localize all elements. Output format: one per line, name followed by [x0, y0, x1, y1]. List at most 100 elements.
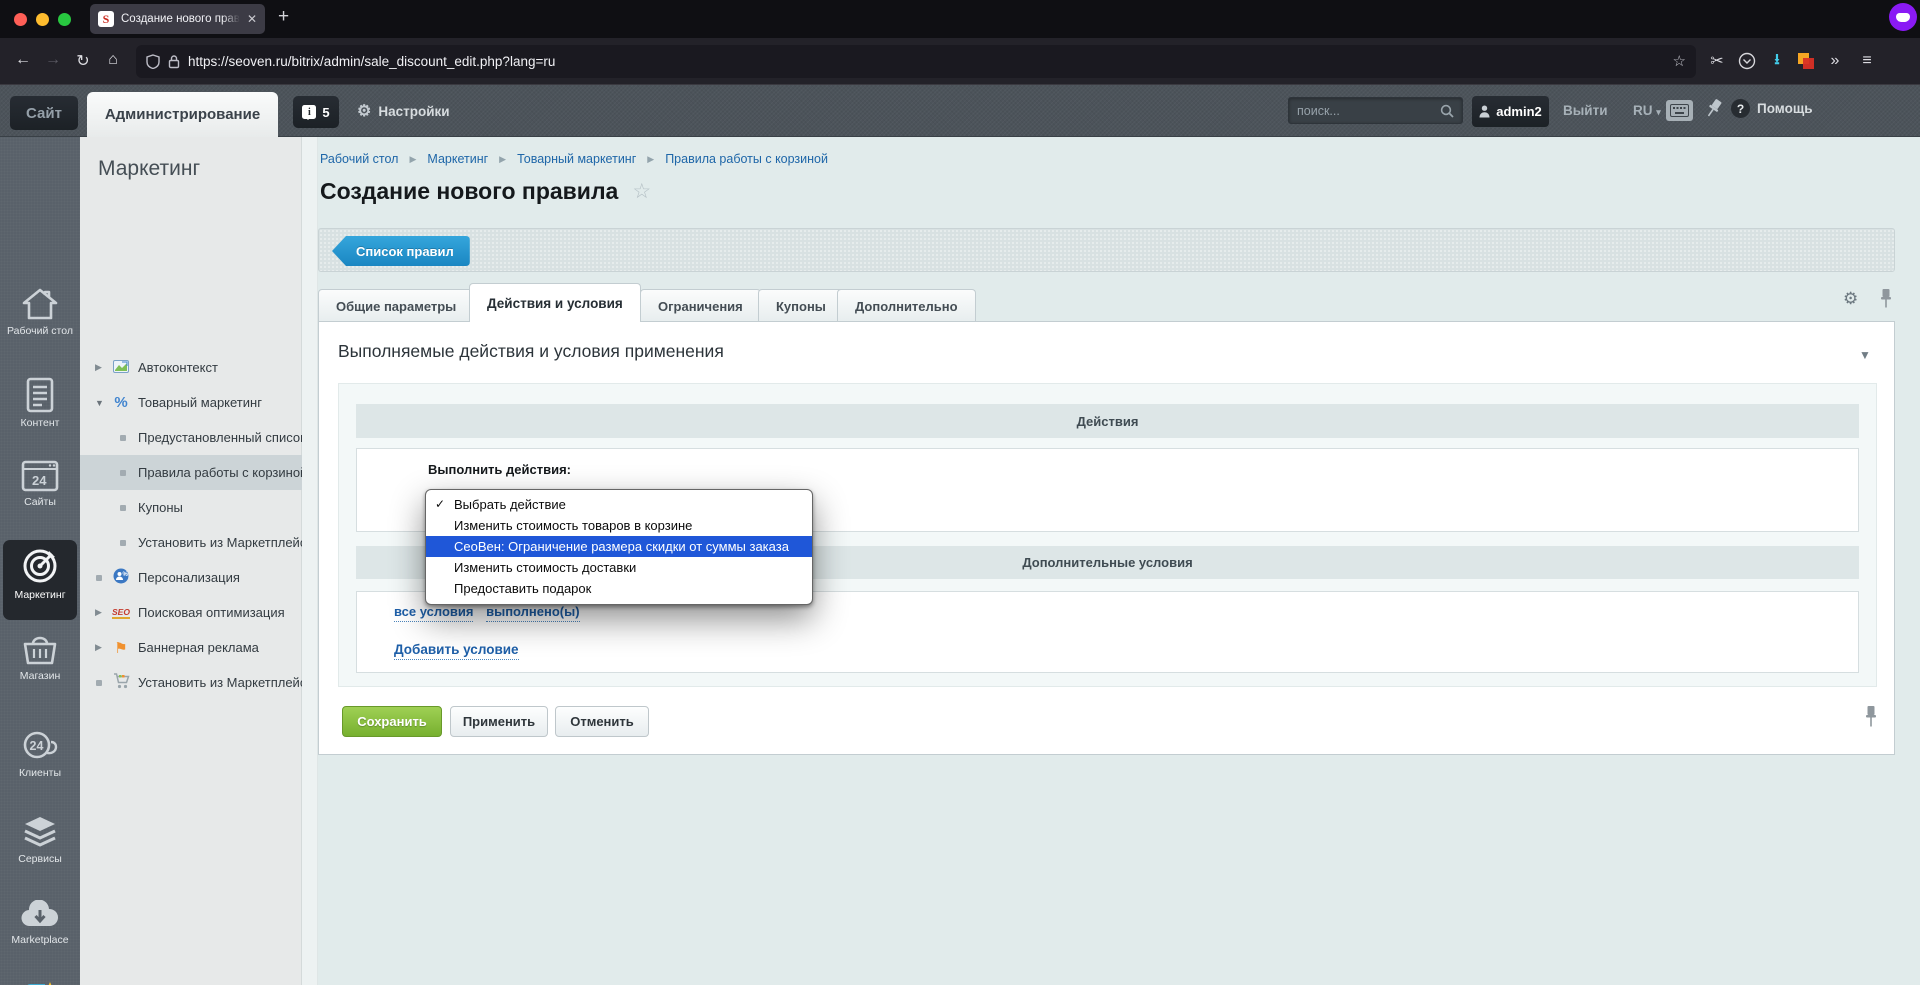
administration-tab[interactable]: Администрирование — [87, 92, 278, 137]
back-icon[interactable]: ← — [8, 51, 38, 71]
form-pin-icon[interactable] — [1878, 288, 1894, 310]
notification-count: 5 — [322, 105, 329, 120]
rail-item-store[interactable]: Магазин — [0, 632, 80, 683]
search-icon[interactable] — [1440, 104, 1454, 118]
expand-arrow-icon[interactable]: ▶ — [95, 362, 102, 373]
keyboard-icon — [1670, 104, 1689, 117]
rail-item-services[interactable]: Сервисы — [0, 815, 80, 866]
collapse-arrow-icon[interactable]: ▼ — [95, 398, 104, 408]
add-condition-link[interactable]: Добавить условие — [394, 642, 519, 660]
save-button[interactable]: Сохранить — [342, 706, 442, 737]
rail-item-marketplace[interactable]: Marketplace — [0, 900, 80, 947]
bullet-icon — [96, 680, 102, 686]
zoom-window-button[interactable] — [58, 13, 71, 26]
seo-icon: SEO — [112, 607, 130, 619]
dropdown-option[interactable]: Предоставить подарок — [426, 578, 812, 599]
user-menu-button[interactable]: admin2 — [1472, 96, 1549, 127]
breadcrumb-desktop[interactable]: Рабочий стол — [320, 152, 398, 166]
bullet-icon — [96, 575, 102, 581]
search-input[interactable] — [1297, 104, 1427, 118]
tab-coupons[interactable]: Купоны — [758, 289, 844, 322]
site-view-tab[interactable]: Сайт — [10, 96, 78, 130]
menu-item-install-marketplace-sub[interactable]: Установить из Маркетплейс — [80, 525, 302, 560]
menu-item-personalization[interactable]: % Персонализация — [80, 560, 302, 595]
expand-arrow-icon[interactable]: ▶ — [95, 642, 102, 653]
close-window-button[interactable] — [14, 13, 27, 26]
settings-button[interactable]: ⚙ Настройки — [357, 101, 450, 121]
bullet-icon — [120, 540, 126, 546]
tab-close-icon[interactable]: ✕ — [247, 12, 257, 26]
menu-item-banner-ads[interactable]: ▶ ⚑ Баннерная реклама — [80, 630, 302, 665]
rail-item-sites[interactable]: 24 Сайты — [0, 460, 80, 509]
hamburger-menu-icon[interactable]: ≡ — [1856, 52, 1878, 70]
tab-additional[interactable]: Дополнительно — [837, 289, 976, 322]
window-controls[interactable] — [14, 13, 71, 26]
dropdown-option[interactable]: ✓ Выбрать действие — [426, 494, 812, 515]
browser-profile-icon[interactable] — [1889, 3, 1917, 31]
document-icon — [25, 377, 55, 413]
rail-item-bitrix24[interactable]: Переход в Битрикс24 — [0, 980, 80, 985]
tab-actions-conditions[interactable]: Действия и условия — [469, 283, 641, 322]
menu-item-cart-rules[interactable]: Правила работы с корзиной — [80, 455, 302, 490]
browser-tab[interactable]: S Создание нового правила - Се ✕ — [90, 4, 265, 34]
menu-item-seo[interactable]: ▶ SEO Поисковая оптимизация — [80, 595, 302, 630]
form-settings-gear-icon[interactable]: ⚙ — [1843, 289, 1858, 309]
forward-icon: → — [38, 51, 68, 71]
breadcrumb-cart-rules[interactable]: Правила работы с корзиной — [665, 152, 828, 166]
menu-item-autocontext[interactable]: ▶ Автоконтекст — [80, 350, 302, 385]
rail-item-desktop[interactable]: Рабочий стол — [0, 287, 80, 338]
rules-list-button[interactable]: Список правил — [332, 236, 470, 266]
dropdown-option[interactable]: Изменить стоимость доставки — [426, 557, 812, 578]
favorite-star-icon[interactable]: ☆ — [632, 179, 651, 204]
url-text[interactable]: https://seoven.ru/bitrix/admin/sale_disc… — [188, 54, 555, 69]
language-selector[interactable]: RU ▾ — [1633, 103, 1661, 118]
address-bar[interactable]: https://seoven.ru/bitrix/admin/sale_disc… — [136, 45, 1696, 78]
screenshot-icon[interactable]: ✂ — [1706, 51, 1728, 71]
cancel-button[interactable]: Отменить — [555, 706, 649, 737]
pocket-icon[interactable] — [1738, 52, 1756, 70]
clients-24-text: 24 — [30, 739, 44, 753]
downloads-icon[interactable]: ⭳ — [1766, 49, 1788, 74]
dropdown-option[interactable]: Изменить стоимость товаров в корзине — [426, 515, 812, 536]
breadcrumb-marketing[interactable]: Маркетинг — [427, 152, 488, 166]
logout-link[interactable]: Выйти — [1563, 103, 1608, 118]
dropdown-option-highlighted[interactable]: СеоВен: Ограничение размера скидки от су… — [426, 536, 812, 557]
bookmark-star-icon[interactable]: ☆ — [1673, 52, 1686, 70]
menu-item-preset-list[interactable]: Предустановленный список — [80, 420, 302, 455]
home-icon[interactable]: ⌂ — [98, 51, 128, 71]
breadcrumb-product-marketing[interactable]: Товарный маркетинг — [517, 152, 636, 166]
pin-panel-icon[interactable] — [1706, 98, 1723, 120]
hotkeys-button[interactable] — [1666, 100, 1693, 121]
footer-pin-icon[interactable] — [1863, 705, 1879, 729]
all-conditions-link[interactable]: все условия — [394, 604, 473, 622]
actions-header: Действия — [356, 404, 1859, 438]
extension-icon[interactable] — [1798, 53, 1814, 69]
flag-icon: ⚑ — [112, 639, 130, 657]
tab-general[interactable]: Общие параметры — [318, 289, 474, 322]
clients-24-icon: 24 — [20, 729, 60, 763]
reload-icon[interactable]: ↻ — [68, 51, 98, 71]
menu-title: Маркетинг — [98, 157, 200, 181]
menu-item-coupons[interactable]: Купоны — [80, 490, 302, 525]
lock-icon[interactable] — [168, 54, 180, 69]
overflow-menu-icon[interactable]: » — [1824, 52, 1846, 70]
new-tab-button[interactable]: + — [278, 6, 289, 28]
tab-restrictions[interactable]: Ограничения — [640, 289, 761, 322]
chevron-down-icon: ▾ — [1656, 107, 1661, 117]
menu-item-install-marketplace[interactable]: Установить из Маркетплейс — [80, 665, 302, 700]
menu-resize-gutter[interactable] — [302, 137, 318, 985]
help-button[interactable]: ? Помощь — [1731, 99, 1813, 118]
menu-item-product-marketing[interactable]: ▼ % Товарный маркетинг — [80, 385, 302, 420]
apply-button[interactable]: Применить — [450, 706, 548, 737]
notifications-button[interactable]: i 5 — [293, 96, 339, 128]
rail-item-content[interactable]: Контент — [0, 377, 80, 430]
admin-search[interactable] — [1288, 97, 1463, 124]
browser-tab-bar: S Создание нового правила - Се ✕ + — [0, 0, 1920, 38]
rail-item-clients[interactable]: 24 Клиенты — [0, 729, 80, 780]
collapse-section-icon[interactable]: ▼ — [1859, 348, 1871, 362]
expand-arrow-icon[interactable]: ▶ — [95, 607, 102, 618]
conditions-met-link[interactable]: выполнено(ы) — [486, 604, 579, 622]
minimize-window-button[interactable] — [36, 13, 49, 26]
rail-item-marketing[interactable]: Маркетинг — [0, 547, 80, 602]
shield-icon[interactable] — [146, 54, 160, 69]
